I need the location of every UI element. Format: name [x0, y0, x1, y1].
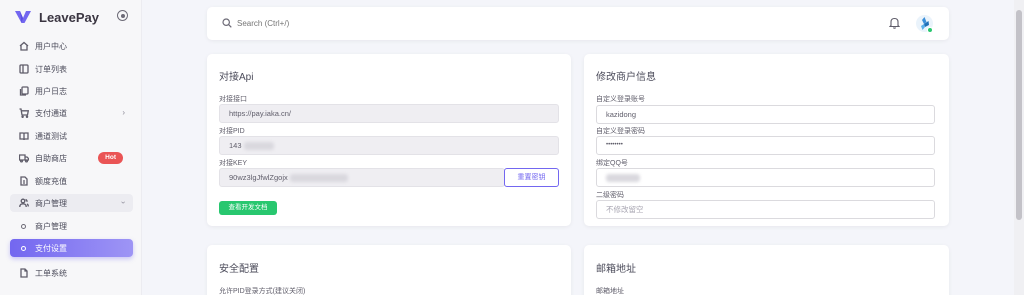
- email-card: 邮箱地址 邮箱地址: [584, 245, 949, 295]
- sidebar-subitem-merchant-management[interactable]: 商户管理: [10, 217, 133, 235]
- sidebar-item-recharge[interactable]: 额度充值: [10, 172, 133, 190]
- pid-value: 143: [229, 141, 242, 150]
- second-password-field[interactable]: 不修改留空: [596, 200, 935, 219]
- sidebar-item-label: 额度充值: [35, 176, 67, 186]
- cart-icon: [18, 108, 29, 119]
- key-field[interactable]: 90wz3lgJfwlZgojx: [219, 168, 505, 187]
- card-title: 安全配置: [219, 264, 259, 275]
- account-field[interactable]: kazidong: [596, 105, 935, 124]
- sidebar-item-label: 商户管理: [35, 198, 67, 208]
- brand-name: LeavePay: [39, 9, 99, 25]
- password-label: 自定义登录密码: [596, 128, 645, 135]
- list-icon: [18, 64, 29, 75]
- sidebar-item-label: 用户日志: [35, 86, 67, 96]
- hot-badge: Hot: [98, 152, 123, 164]
- brand[interactable]: LeavePay: [14, 8, 99, 26]
- merchant-info-card: 修改商户信息 自定义登录账号 kazidong 自定义登录密码 ••••••••…: [584, 54, 949, 226]
- logo-icon: [15, 11, 31, 23]
- sidebar-item-label: 用户中心: [35, 41, 67, 51]
- account-label: 自定义登录账号: [596, 96, 645, 103]
- online-status-indicator: [927, 27, 933, 33]
- sidebar-item-self-shop[interactable]: 自助商店 Hot: [10, 149, 133, 167]
- pid-field[interactable]: 143: [219, 136, 559, 155]
- redacted-blur: [606, 174, 640, 183]
- api-card: 对接Api 对接接口 https://pay.iaka.cn/ 对接PID 14…: [207, 54, 571, 226]
- reset-key-button[interactable]: 重置密钥: [504, 168, 559, 187]
- sidebar-subitem-payment-settings[interactable]: 支付设置: [10, 239, 133, 257]
- sidebar-item-label: 支付通道: [35, 108, 67, 118]
- card-title: 对接Api: [219, 72, 254, 83]
- qq-label: 绑定QQ号: [596, 160, 628, 167]
- sidebar-item-label: 订单列表: [35, 64, 67, 74]
- card-title: 邮箱地址: [596, 264, 636, 275]
- circle-icon: [21, 245, 26, 251]
- sidebar-item-label: 通道测试: [35, 131, 67, 141]
- home-icon: [18, 41, 29, 52]
- sidebar-item-label: 工单系统: [35, 268, 67, 278]
- truck-icon: [18, 153, 29, 164]
- endpoint-label: 对接接口: [219, 96, 247, 103]
- qq-field[interactable]: [596, 168, 935, 187]
- sidebar-item-user-center[interactable]: 用户中心: [10, 37, 133, 55]
- circle-icon: [21, 223, 26, 229]
- redacted-blur: [243, 142, 274, 151]
- copy-icon: [18, 86, 29, 97]
- sidebar-item-merchant-management[interactable]: 商户管理 ›: [10, 194, 133, 212]
- pid-login-label: 允许PID登录方式(建议关闭): [219, 288, 306, 295]
- search-input[interactable]: [237, 15, 437, 31]
- sidebar-item-orders[interactable]: 订单列表: [10, 60, 133, 78]
- pid-label: 对接PID: [219, 128, 245, 135]
- key-label: 对接KEY: [219, 160, 248, 167]
- endpoint-field[interactable]: https://pay.iaka.cn/: [219, 104, 559, 123]
- sidebar-pin-icon[interactable]: [117, 10, 128, 21]
- sidebar-item-label: 商户管理: [35, 221, 67, 231]
- second-password-label: 二级密码: [596, 192, 624, 199]
- chevron-down-icon: ›: [119, 201, 129, 204]
- security-card: 安全配置 允许PID登录方式(建议关闭): [207, 245, 571, 295]
- users-icon: [18, 198, 29, 209]
- card-title: 修改商户信息: [596, 72, 656, 83]
- sidebar: LeavePay 用户中心 订单列表 用户日志 支付通道 › 通道测试 自助商店…: [0, 0, 142, 295]
- email-label: 邮箱地址: [596, 288, 624, 295]
- search-icon[interactable]: [222, 18, 232, 28]
- sidebar-item-label: 自助商店: [35, 153, 67, 163]
- top-navbar: [207, 7, 949, 40]
- sidebar-item-channel-test[interactable]: 通道测试: [10, 127, 133, 145]
- sidebar-item-user-log[interactable]: 用户日志: [10, 82, 133, 100]
- book-icon: [18, 131, 29, 142]
- redacted-blur: [289, 174, 348, 183]
- file-icon: [18, 176, 29, 187]
- key-value: 90wz3lgJfwlZgojx: [229, 173, 288, 182]
- ticket-icon: [18, 268, 29, 279]
- password-field[interactable]: ••••••••: [596, 136, 935, 155]
- chevron-right-icon: ›: [122, 108, 125, 117]
- scrollbar-thumb[interactable]: [1016, 10, 1022, 220]
- sidebar-item-payment-channels[interactable]: 支付通道 ›: [10, 104, 133, 122]
- sidebar-item-tickets[interactable]: 工单系统: [10, 264, 133, 282]
- view-docs-button[interactable]: 查看开发文档: [219, 201, 277, 215]
- sidebar-item-label: 支付设置: [35, 243, 67, 253]
- bell-icon[interactable]: [889, 17, 900, 29]
